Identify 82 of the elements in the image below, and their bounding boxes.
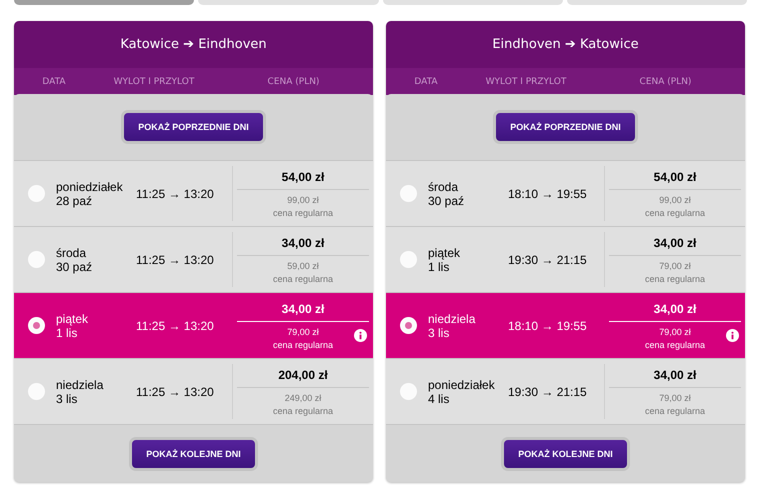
radio-button[interactable]: [28, 185, 45, 202]
regular-price-label: cena regularna: [272, 405, 334, 418]
regular-price: 79,00 zł: [287, 326, 319, 339]
flight-times: 19:30 → 21:15: [508, 384, 588, 398]
radio-button[interactable]: [28, 251, 45, 268]
price: 34,00 zł: [609, 298, 741, 322]
regular-price: 249,00 zł: [284, 392, 322, 405]
step-tab[interactable]: [14, 0, 194, 5]
flight-row[interactable]: poniedziałek 28 paź 11:25 → 13:20 54,00 zł 99,00 zł cena regularna: [14, 160, 373, 226]
flight-times: 18:10 → 19:55: [508, 186, 588, 200]
date-text: 1 lis: [428, 260, 450, 274]
day-name: poniedziałek: [56, 180, 124, 194]
regular-price-label: cena regularna: [272, 339, 334, 352]
flight-row[interactable]: niedziela 3 lis 11:25 → 13:20 204,00 zł 249,00 zł cena regularna: [14, 358, 373, 424]
column-header: DATA: [413, 76, 439, 86]
regular-price-label: cena regularna: [644, 207, 706, 220]
step-tab[interactable]: [198, 0, 378, 5]
flight-times: 11:25 → 13:20: [136, 186, 215, 200]
day-name: niedziela: [56, 378, 104, 392]
day-name: piątek: [428, 246, 462, 260]
regular-price-label: cena regularna: [644, 273, 706, 286]
flight-row[interactable]: środa 30 paź 11:25 → 13:20 34,00 zł 59,00 zł cena regularna: [14, 226, 373, 292]
column-header: WYLOT I PRZYLOT: [484, 76, 568, 86]
day-name: środa: [428, 180, 460, 194]
day-name: poniedziałek: [428, 378, 496, 392]
flight-row[interactable]: piątek 1 lis 11:25 → 13:20 34,00 zł 79,00 zł cena regularna: [14, 292, 373, 358]
route-title: Eindhoven ➔ Katowice: [492, 37, 639, 52]
day-name: niedziela: [428, 312, 476, 326]
regular-price: 59,00 zł: [287, 260, 319, 273]
price: 34,00 zł: [237, 298, 369, 322]
flight-times: 11:25 → 13:20: [136, 318, 215, 332]
radio-button[interactable]: [400, 317, 417, 334]
radio-button[interactable]: [28, 383, 45, 400]
price: 54,00 zł: [237, 166, 369, 190]
price: 34,00 zł: [609, 232, 741, 256]
regular-price: 79,00 zł: [659, 326, 691, 339]
flight-times: 11:25 → 13:20: [136, 252, 215, 266]
flight-row[interactable]: piątek 1 lis 19:30 → 21:15 34,00 zł 79,00 zł cena regularna: [386, 226, 745, 292]
date-text: 1 lis: [56, 326, 78, 340]
flight-row[interactable]: poniedziałek 4 lis 19:30 → 21:15 34,00 zł 79,00 zł cena regularna: [386, 358, 745, 424]
date-text: 30 paź: [428, 194, 466, 208]
date-text: 3 lis: [56, 392, 78, 406]
flight-times: 18:10 → 19:55: [508, 318, 588, 332]
flight-row[interactable]: środa 30 paź 18:10 → 19:55 54,00 zł 99,00 zł cena regularna: [386, 160, 745, 226]
next-days-button[interactable]: POKAŻ KOLEJNE DNI: [129, 436, 258, 470]
radio-button[interactable]: [400, 383, 417, 400]
flight-times: 19:30 → 21:15: [508, 252, 588, 266]
regular-price-label: cena regularna: [272, 273, 334, 286]
column-header: DATA: [41, 76, 67, 86]
regular-price: 99,00 zł: [287, 194, 319, 207]
date-text: 4 lis: [428, 392, 450, 406]
regular-price: 79,00 zł: [659, 260, 691, 273]
column-header: CENA (PLN): [638, 76, 692, 86]
date-text: 30 paź: [56, 260, 94, 274]
flight-row[interactable]: niedziela 3 lis 18:10 → 19:55 34,00 zł 79,00 zł cena regularna: [386, 292, 745, 358]
step-tab[interactable]: [382, 0, 563, 5]
price: 204,00 zł: [237, 364, 369, 388]
regular-price-label: cena regularna: [644, 405, 706, 418]
date-text: 28 paź: [56, 194, 94, 208]
column-header: WYLOT I PRZYLOT: [112, 76, 196, 86]
regular-price-label: cena regularna: [644, 339, 706, 352]
date-text: 3 lis: [428, 326, 450, 340]
step-tab[interactable]: [566, 0, 747, 5]
price: 34,00 zł: [609, 364, 741, 388]
column-header: CENA (PLN): [266, 76, 320, 86]
route-title: Katowice ➔ Eindhoven: [120, 37, 267, 52]
day-name: środa: [56, 246, 88, 260]
previous-days-button[interactable]: POKAŻ POPRZEDNIE DNI: [121, 110, 266, 144]
radio-button[interactable]: [400, 185, 417, 202]
regular-price: 99,00 zł: [659, 194, 691, 207]
info-icon[interactable]: [354, 329, 367, 342]
regular-price-label: cena regularna: [272, 207, 334, 220]
next-days-button[interactable]: POKAŻ KOLEJNE DNI: [501, 436, 630, 470]
day-name: piątek: [56, 312, 90, 326]
info-icon[interactable]: [726, 329, 739, 342]
regular-price: 79,00 zł: [659, 392, 691, 405]
price: 34,00 zł: [237, 232, 369, 256]
radio-button[interactable]: [400, 251, 417, 268]
previous-days-button[interactable]: POKAŻ POPRZEDNIE DNI: [493, 110, 638, 144]
flight-times: 11:25 → 13:20: [136, 384, 215, 398]
price: 54,00 zł: [609, 166, 741, 190]
radio-button[interactable]: [28, 317, 45, 334]
